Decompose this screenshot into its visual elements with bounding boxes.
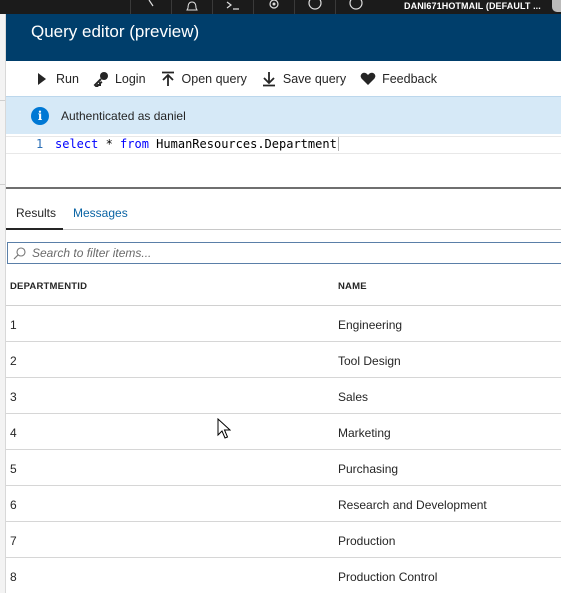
cell-departmentid: 8 <box>10 570 17 584</box>
download-icon <box>261 71 277 87</box>
cell-name: Sales <box>338 390 369 404</box>
settings-icon[interactable] <box>253 0 294 14</box>
filter-box <box>7 242 561 264</box>
search-icon <box>13 247 26 260</box>
sql-editor[interactable]: 1 select * from HumanResources.Departmen… <box>6 134 561 187</box>
grid-header: DEPARTMENTID NAME <box>6 270 561 306</box>
tab-results[interactable]: Results <box>16 206 56 220</box>
feedback-button[interactable]: Feedback <box>360 67 437 91</box>
open-query-label: Open query <box>181 71 247 86</box>
sql-keyword-from: from <box>120 137 149 151</box>
sql-object-name: HumanResources.Department <box>148 137 339 151</box>
column-header-departmentid[interactable]: DEPARTMENTID <box>10 281 87 292</box>
bell-icon[interactable] <box>171 0 212 14</box>
results-tabs: Results Messages <box>6 200 561 230</box>
sql-code[interactable]: select * from HumanResources.Department <box>55 137 339 151</box>
cell-name: Production <box>338 534 396 548</box>
sql-star: * <box>98 137 121 151</box>
tab-messages[interactable]: Messages <box>73 206 128 220</box>
nav-divider <box>0 184 5 185</box>
chevron-icon[interactable] <box>130 0 171 14</box>
filter-input[interactable] <box>32 245 552 261</box>
cell-departmentid: 1 <box>10 318 17 332</box>
cell-name: Tool Design <box>338 354 401 368</box>
run-button[interactable]: Run <box>34 67 79 91</box>
table-row[interactable]: 3 Sales <box>6 378 561 414</box>
nav-divider <box>0 100 5 101</box>
cell-departmentid: 2 <box>10 354 17 368</box>
query-editor-page: DANI671HOTMAIL (DEFAULT ... Query editor… <box>0 0 561 593</box>
login-button[interactable]: Login <box>93 67 146 91</box>
key-icon <box>93 71 109 87</box>
table-row[interactable]: 7 Production <box>6 522 561 558</box>
cloud-shell-icon[interactable] <box>212 0 253 14</box>
command-toolbar: Run Login Open query Save query Feedback <box>6 61 561 96</box>
results-grid: DEPARTMENTID NAME 1 Engineering 2 Tool D… <box>6 270 561 593</box>
feedback-label: Feedback <box>382 71 437 86</box>
cell-departmentid: 4 <box>10 426 17 440</box>
cell-name: Marketing <box>338 426 391 440</box>
line-number: 1 <box>36 137 44 151</box>
save-query-button[interactable]: Save query <box>261 67 346 91</box>
cell-name: Production Control <box>338 570 438 584</box>
cell-name: Purchasing <box>338 462 399 476</box>
auth-info-banner: i Authenticated as daniel <box>6 96 561 134</box>
table-row[interactable]: 5 Purchasing <box>6 450 561 486</box>
save-query-label: Save query <box>282 71 347 86</box>
blade-header: Query editor (preview) <box>6 14 561 61</box>
run-label: Run <box>56 71 79 86</box>
account-name[interactable]: DANI671HOTMAIL (DEFAULT ... <box>404 1 541 11</box>
upload-icon <box>160 71 176 87</box>
cell-departmentid: 6 <box>10 498 17 512</box>
cell-departmentid: 7 <box>10 534 17 548</box>
page-title: Query editor (preview) <box>31 22 200 41</box>
table-row[interactable]: 4 Marketing <box>6 414 561 450</box>
table-row[interactable]: 2 Tool Design <box>6 342 561 378</box>
cell-departmentid: 5 <box>10 462 17 476</box>
help-icon[interactable] <box>335 0 376 14</box>
play-icon <box>34 71 50 87</box>
login-label: Login <box>114 71 146 86</box>
open-query-button[interactable]: Open query <box>160 67 247 91</box>
table-row[interactable]: 6 Research and Development <box>6 486 561 522</box>
top-bar-icons <box>130 0 376 14</box>
avatar[interactable] <box>552 0 561 12</box>
cell-name: Engineering <box>338 318 403 332</box>
smiley-icon[interactable] <box>294 0 335 14</box>
table-row[interactable]: 1 Engineering <box>6 306 561 342</box>
table-row[interactable]: 8 Production Control <box>6 558 561 593</box>
heart-icon <box>360 71 376 87</box>
cell-name: Research and Development <box>338 498 487 512</box>
auth-status-text: Authenticated as daniel <box>61 109 186 123</box>
sql-keyword-select: select <box>55 137 99 151</box>
portal-top-bar: DANI671HOTMAIL (DEFAULT ... <box>0 0 561 14</box>
column-header-name[interactable]: NAME <box>338 281 367 292</box>
info-icon: i <box>31 107 49 125</box>
active-tab-indicator <box>6 228 63 230</box>
cell-departmentid: 3 <box>10 390 17 404</box>
editor-splitter[interactable] <box>6 187 561 189</box>
